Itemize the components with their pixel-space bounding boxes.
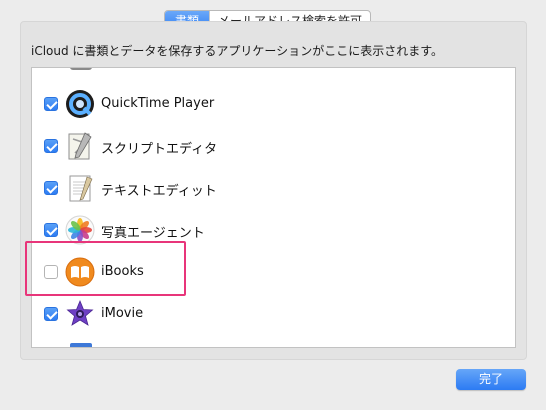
list-item: iMovie — [32, 293, 515, 335]
partial-app-icon-bottom — [68, 338, 94, 347]
imovie-icon — [65, 299, 95, 329]
script-editor-icon — [65, 131, 95, 161]
app-name: スクリプトエディタ — [101, 142, 218, 157]
app-name: QuickTime Player — [101, 96, 215, 111]
checkbox-script-editor[interactable] — [44, 139, 58, 153]
quicktime-icon — [65, 89, 95, 119]
app-name: 写真エージェント — [101, 226, 205, 241]
list-item: QuickTime Player — [32, 83, 515, 125]
list-item: テキストエディット — [32, 167, 515, 209]
description-text: iCloud に書類とデータを保存するアプリケーションがここに表示されます。 — [31, 44, 443, 58]
app-name: iMovie — [101, 306, 144, 321]
list-item: スクリプトエディタ — [32, 125, 515, 167]
checkbox-quicktime[interactable] — [44, 97, 58, 111]
checkbox-textedit[interactable] — [44, 181, 58, 195]
done-button[interactable]: 完了 — [456, 369, 526, 390]
textedit-icon — [65, 173, 95, 203]
app-name: テキストエディット — [101, 184, 217, 199]
partial-app-icon-top — [68, 68, 94, 74]
checkbox-imovie[interactable] — [44, 307, 58, 321]
app-list[interactable]: QuickTime Player スクリプトエディタ テキストエディット 写真エ… — [31, 67, 516, 348]
ibooks-highlight-box — [25, 241, 186, 296]
checkbox-photo-agent[interactable] — [44, 223, 58, 237]
